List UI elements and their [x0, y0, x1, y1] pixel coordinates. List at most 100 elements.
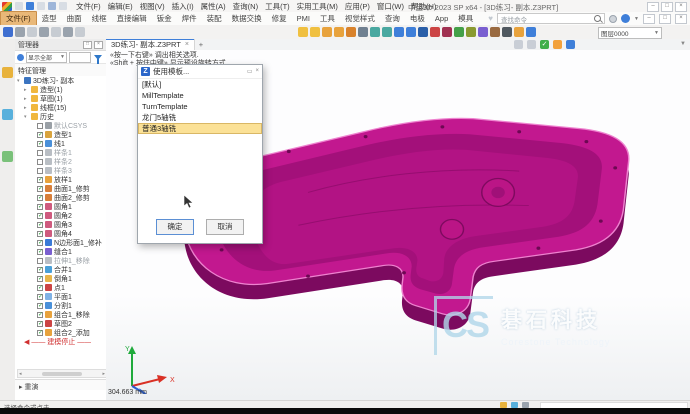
- tree-checkbox[interactable]: [37, 267, 43, 273]
- ribbon-tab[interactable]: 造型: [37, 12, 62, 25]
- tree-checkbox[interactable]: [37, 276, 43, 282]
- doc-close-button[interactable]: ×: [675, 14, 687, 24]
- tree-expander[interactable]: ▸: [24, 87, 30, 93]
- tree-checkbox[interactable]: [37, 204, 43, 210]
- tree-row[interactable]: ▸ 线框(15): [15, 103, 106, 112]
- tree-checkbox[interactable]: [37, 231, 43, 237]
- tree-checkbox[interactable]: [37, 312, 43, 318]
- toolbar-icon[interactable]: [406, 27, 416, 37]
- view-tool-icon[interactable]: [527, 40, 536, 49]
- tree-hscrollbar[interactable]: ◂ ▸: [17, 369, 107, 378]
- favorites-icon[interactable]: ♥: [488, 15, 493, 23]
- tree-checkbox[interactable]: [37, 186, 43, 192]
- quick-access-icon[interactable]: [15, 2, 23, 10]
- account-caret-icon[interactable]: ▼: [634, 16, 639, 22]
- toolbar-icon[interactable]: [39, 27, 49, 37]
- tree-checkbox[interactable]: [37, 213, 43, 219]
- tree-expander[interactable]: ▸: [24, 105, 30, 111]
- display-filter-dropdown[interactable]: 显示全部 ▼: [26, 52, 67, 63]
- toolbar-icon[interactable]: [466, 27, 476, 37]
- window-control-button[interactable]: □: [661, 2, 673, 12]
- ribbon-tab[interactable]: 工具: [315, 12, 340, 25]
- toolbar-icon[interactable]: [51, 27, 61, 37]
- template-list-item[interactable]: TurnTemplate: [138, 101, 262, 112]
- cancel-button[interactable]: 取消: [206, 219, 244, 235]
- menu-item[interactable]: 属性(A): [201, 1, 226, 12]
- tree-expander[interactable]: ▾: [17, 78, 23, 84]
- account-icon[interactable]: [621, 14, 630, 23]
- ribbon-tab[interactable]: 查询: [380, 12, 405, 25]
- toolbar-icon[interactable]: [298, 27, 308, 37]
- toolbar-icon[interactable]: [526, 27, 536, 37]
- scroll-thumb[interactable]: [42, 372, 82, 376]
- dock-view-icon[interactable]: [2, 109, 13, 120]
- ribbon-tab[interactable]: 文件(F): [0, 11, 37, 26]
- scroll-right-icon[interactable]: ▸: [102, 371, 105, 377]
- menu-item[interactable]: 实用工具(M): [297, 1, 338, 12]
- tree-checkbox[interactable]: [37, 294, 43, 300]
- view-tool-icon[interactable]: [566, 40, 575, 49]
- doc-minimize-button[interactable]: –: [643, 14, 655, 24]
- doc-restore-button[interactable]: □: [659, 14, 671, 24]
- ribbon-tab[interactable]: 修复: [267, 12, 292, 25]
- toolbar-icon[interactable]: [514, 27, 524, 37]
- quick-access-icon[interactable]: [59, 2, 67, 10]
- ribbon-tab[interactable]: 模具: [453, 12, 478, 25]
- panel-close-icon[interactable]: ×: [94, 41, 103, 49]
- ribbon-tab[interactable]: 钣金: [152, 12, 177, 25]
- toolbar-icon[interactable]: [382, 27, 392, 37]
- toolbar-icon[interactable]: [27, 27, 37, 37]
- tree-checkbox[interactable]: [37, 177, 43, 183]
- tree-checkbox[interactable]: [37, 258, 43, 264]
- tree-checkbox[interactable]: [37, 168, 43, 174]
- tree-checkbox[interactable]: [37, 321, 43, 327]
- ribbon-tab[interactable]: PMI: [292, 13, 315, 24]
- ribbon-tab[interactable]: 直接编辑: [112, 12, 152, 25]
- template-list-item[interactable]: MillTemplate: [138, 90, 262, 101]
- toolbar-icon[interactable]: [15, 27, 25, 37]
- menu-item[interactable]: 编辑(E): [108, 1, 133, 12]
- toolbar-icon[interactable]: [478, 27, 488, 37]
- ribbon-tab[interactable]: 装配: [202, 12, 227, 25]
- toolbar-icon[interactable]: [454, 27, 464, 37]
- tree-expander[interactable]: ▾: [24, 114, 30, 120]
- tree-checkbox[interactable]: [37, 132, 43, 138]
- toolbar-icon[interactable]: [490, 27, 500, 37]
- replay-section[interactable]: ▸ 重演: [15, 379, 106, 390]
- tree-checkbox[interactable]: [37, 249, 43, 255]
- window-control-button[interactable]: –: [647, 2, 659, 12]
- toolbar-icon[interactable]: [358, 27, 368, 37]
- ribbon-tab[interactable]: 数据交换: [227, 12, 267, 25]
- toolbar-icon[interactable]: [418, 27, 428, 37]
- dialog-close-icon[interactable]: ×: [255, 68, 259, 75]
- quick-access-icon[interactable]: [37, 2, 45, 10]
- toolbar-icon[interactable]: [75, 27, 85, 37]
- menu-item[interactable]: 视图(V): [140, 1, 165, 12]
- menu-item[interactable]: 查询(N): [233, 1, 258, 12]
- toolbar-icon[interactable]: [442, 27, 452, 37]
- layer-dropdown[interactable]: 图层0000 ▼: [598, 27, 662, 39]
- command-search-input[interactable]: 查找命令: [497, 13, 605, 24]
- ribbon-tab[interactable]: App: [430, 13, 453, 24]
- panel-pin-icon[interactable]: □: [83, 41, 92, 49]
- menu-item[interactable]: 窗口(W): [377, 1, 404, 12]
- toolbar-icon[interactable]: [334, 27, 344, 37]
- toolbar-icon[interactable]: [394, 27, 404, 37]
- toolbar-icon[interactable]: [346, 27, 356, 37]
- tree-checkbox[interactable]: [37, 240, 43, 246]
- toolbar-icon[interactable]: [310, 27, 320, 37]
- ribbon-tab[interactable]: 焊件: [177, 12, 202, 25]
- toolbar-icon[interactable]: [63, 27, 73, 37]
- tree-checkbox[interactable]: [37, 123, 43, 129]
- tree-checkbox[interactable]: [37, 330, 43, 336]
- toolbar-icon[interactable]: [370, 27, 380, 37]
- tree-checkbox[interactable]: [37, 195, 43, 201]
- ribbon-collapse-icon[interactable]: ▼: [680, 41, 686, 47]
- template-list-item[interactable]: 普通3轴铣: [138, 123, 262, 134]
- ribbon-tab[interactable]: 电极: [405, 12, 430, 25]
- help-globe-icon[interactable]: [609, 15, 617, 23]
- view-tool-icon[interactable]: [514, 40, 523, 49]
- toolbar-icon[interactable]: [430, 27, 440, 37]
- view-tool-icon[interactable]: [553, 40, 562, 49]
- tab-close-icon[interactable]: ×: [185, 41, 189, 48]
